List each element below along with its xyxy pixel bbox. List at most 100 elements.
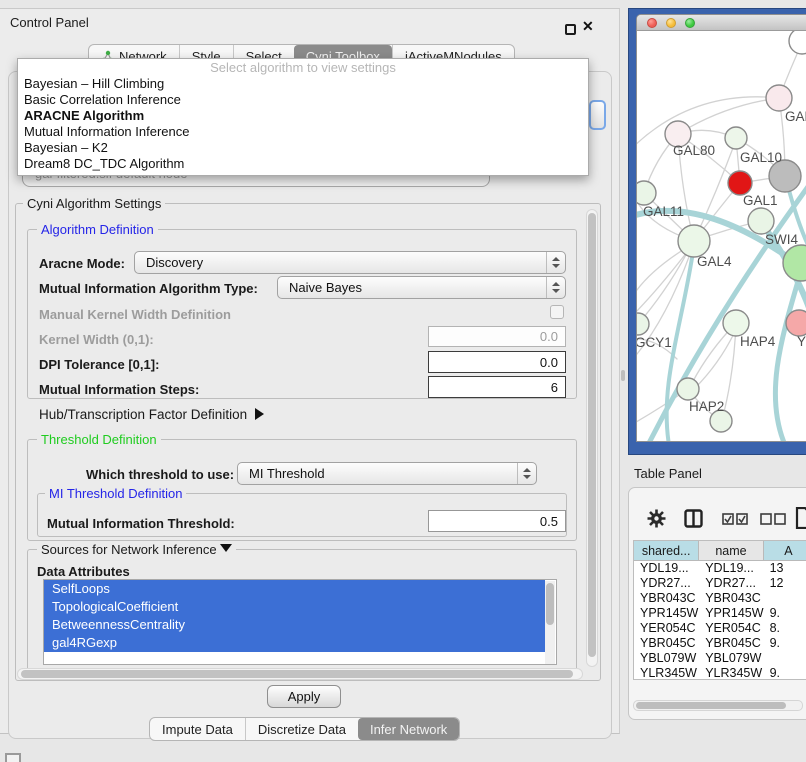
control-panel: Control Panel ✕ NetworkStyleSelectCyni T… bbox=[0, 8, 620, 734]
network-window[interactable]: GALGAL80GAL10GAL1GAL11SWI4GAL4GCY1HAP4YH… bbox=[636, 14, 806, 442]
data-attribute-item[interactable]: TopologicalCoefficient bbox=[44, 598, 545, 616]
apply-button[interactable]: Apply bbox=[267, 685, 341, 708]
bottom-tab-impute-data[interactable]: Impute Data bbox=[150, 718, 245, 740]
close-panel-icon[interactable]: ✕ bbox=[582, 18, 594, 35]
mi-type-combo[interactable]: Naive Bayes bbox=[277, 276, 566, 299]
network-view-frame: GALGAL80GAL10GAL1GAL11SWI4GAL4GCY1HAP4YH… bbox=[628, 8, 806, 455]
attributes-scrollbar[interactable] bbox=[545, 581, 555, 665]
table-row[interactable]: YPR145WYPR145W9. bbox=[634, 606, 806, 621]
table-cell: YBL079W bbox=[699, 651, 763, 666]
table-panel-title: Table Panel bbox=[634, 466, 702, 481]
node-label: HAP2 bbox=[689, 399, 724, 414]
algorithm-option[interactable]: Bayesian – K2 bbox=[18, 140, 588, 156]
network-node-gal11[interactable] bbox=[637, 181, 656, 205]
network-node-hap2[interactable] bbox=[677, 378, 699, 400]
table-row[interactable]: YBR043CYBR043C bbox=[634, 591, 806, 606]
network-canvas[interactable]: GALGAL80GAL10GAL1GAL11SWI4GAL4GCY1HAP4YH… bbox=[637, 31, 806, 442]
window-zoom-icon[interactable] bbox=[685, 18, 695, 28]
control-panel-title: Control Panel bbox=[10, 15, 89, 30]
network-node[interactable] bbox=[789, 31, 806, 54]
table-cell: 9. bbox=[764, 666, 806, 680]
network-node-hap4[interactable] bbox=[723, 310, 749, 336]
expander-right-icon bbox=[255, 408, 264, 420]
bottom-left-partial-icon[interactable] bbox=[5, 753, 21, 762]
table-row[interactable]: YDL19...YDL19...13 bbox=[634, 561, 806, 576]
which-threshold-value: MI Threshold bbox=[238, 466, 517, 481]
network-node-swi4[interactable] bbox=[748, 208, 774, 234]
network-node-y[interactable] bbox=[786, 310, 806, 336]
algorithm-dropdown-popup: Select algorithm to view settings Bayesi… bbox=[17, 58, 589, 176]
unchecked-boxes-icon[interactable] bbox=[760, 513, 786, 525]
which-threshold-combo[interactable]: MI Threshold bbox=[237, 462, 537, 485]
mi-steps-field[interactable]: 6 bbox=[428, 376, 566, 398]
table-horizontal-scrollbar[interactable] bbox=[633, 700, 803, 711]
bottom-tab-label: Impute Data bbox=[162, 722, 233, 737]
network-node-gal10[interactable] bbox=[725, 127, 747, 149]
checked-boxes-icon[interactable] bbox=[722, 513, 748, 525]
table-row[interactable]: YBL079WYBL079W bbox=[634, 651, 806, 666]
table-row[interactable]: YDR27...YDR27...12 bbox=[634, 576, 806, 591]
settings-horizontal-scrollbar[interactable] bbox=[17, 668, 583, 680]
bottom-tab-discretize-data[interactable]: Discretize Data bbox=[245, 718, 358, 740]
screen: Control Panel ✕ NetworkStyleSelectCyni T… bbox=[0, 0, 806, 762]
node-label: HAP4 bbox=[740, 334, 776, 349]
aracne-mode-combo[interactable]: Discovery bbox=[134, 251, 566, 274]
gear-icon[interactable] bbox=[647, 509, 666, 528]
table-cell: YER054C bbox=[699, 621, 763, 636]
table-cell: YLR345W bbox=[634, 666, 699, 680]
settings-vscroll-thumb[interactable] bbox=[588, 213, 596, 657]
window-close-icon[interactable] bbox=[647, 18, 657, 28]
algorithm-option[interactable]: Bayesian – Hill Climbing bbox=[18, 76, 588, 92]
table-hscroll-thumb[interactable] bbox=[636, 702, 786, 709]
node-label: GAL11 bbox=[643, 204, 684, 219]
network-node-gal4[interactable] bbox=[678, 225, 710, 257]
mi-threshold-field[interactable]: 0.5 bbox=[428, 510, 566, 532]
hub-definition-expander[interactable]: Hub/Transcription Factor Definition bbox=[39, 407, 264, 422]
dpi-tolerance-field[interactable]: 0.0 bbox=[428, 351, 566, 373]
network-node-gal1[interactable] bbox=[728, 171, 752, 195]
float-panel-icon[interactable] bbox=[565, 24, 576, 35]
kernel-width-field[interactable]: 0.0 bbox=[428, 326, 566, 347]
network-window-titlebar[interactable] bbox=[637, 15, 806, 31]
algorithm-option[interactable]: Dream8 DC_TDC Algorithm bbox=[18, 156, 588, 172]
data-attribute-item[interactable]: SelfLoops bbox=[44, 580, 545, 598]
column-header[interactable]: name bbox=[699, 541, 763, 561]
panel-splitter-handle[interactable] bbox=[621, 370, 625, 381]
algorithm-option[interactable]: ARACNE Algorithm bbox=[18, 108, 588, 124]
sources-group-title[interactable]: Sources for Network Inference bbox=[37, 542, 236, 557]
dpi-tolerance-label: DPI Tolerance [0,1]: bbox=[39, 357, 159, 372]
table-row[interactable]: YER054CYER054C8. bbox=[634, 621, 806, 636]
columns-icon[interactable] bbox=[684, 509, 703, 528]
column-header[interactable]: shared... bbox=[634, 541, 699, 561]
data-attributes-list[interactable]: SelfLoopsTopologicalCoefficientBetweenne… bbox=[43, 579, 557, 665]
mi-type-label: Mutual Information Algorithm Type: bbox=[39, 281, 258, 296]
settings-vertical-scrollbar[interactable] bbox=[586, 209, 598, 667]
manual-kernel-checkbox[interactable] bbox=[550, 305, 564, 319]
algorithm-option[interactable]: Mutual Information Inference bbox=[18, 124, 588, 140]
settings-hscroll-thumb[interactable] bbox=[21, 670, 573, 678]
node-label: Y bbox=[797, 334, 806, 349]
window-minimize-icon[interactable] bbox=[666, 18, 676, 28]
new-table-icon[interactable] bbox=[795, 507, 806, 529]
network-graph[interactable]: GALGAL80GAL10GAL1GAL11SWI4GAL4GCY1HAP4YH… bbox=[637, 31, 806, 442]
table-panel: shared...nameA YDL19...YDL19...13YDR27..… bbox=[628, 487, 806, 720]
network-node[interactable] bbox=[783, 245, 806, 281]
column-header[interactable]: A bbox=[764, 541, 806, 561]
table-row[interactable]: YBR045CYBR045C9. bbox=[634, 636, 806, 651]
attributes-scrollbar-thumb[interactable] bbox=[546, 583, 554, 625]
bottom-tab-infer-network[interactable]: Infer Network bbox=[358, 718, 459, 740]
table-row[interactable]: YLR345WYLR345W9. bbox=[634, 666, 806, 680]
network-node-gal[interactable] bbox=[766, 85, 792, 111]
data-attribute-item[interactable]: BetweennessCentrality bbox=[44, 616, 545, 634]
node-label: GAL4 bbox=[697, 254, 732, 269]
table-cell: YPR145W bbox=[634, 606, 699, 621]
table-cell: YBR043C bbox=[699, 591, 763, 606]
table-header-row: shared...nameA bbox=[634, 541, 806, 561]
table-cell bbox=[764, 591, 806, 606]
table-cell: 12 bbox=[764, 576, 806, 591]
threshold-definition-title: Threshold Definition bbox=[37, 432, 161, 447]
cyni-settings-title: Cyni Algorithm Settings bbox=[23, 196, 165, 211]
algorithm-option[interactable]: Basic Correlation Inference bbox=[18, 92, 588, 108]
data-attribute-item[interactable]: gal4RGexp bbox=[44, 634, 545, 652]
network-node-gcy1[interactable] bbox=[637, 313, 649, 335]
